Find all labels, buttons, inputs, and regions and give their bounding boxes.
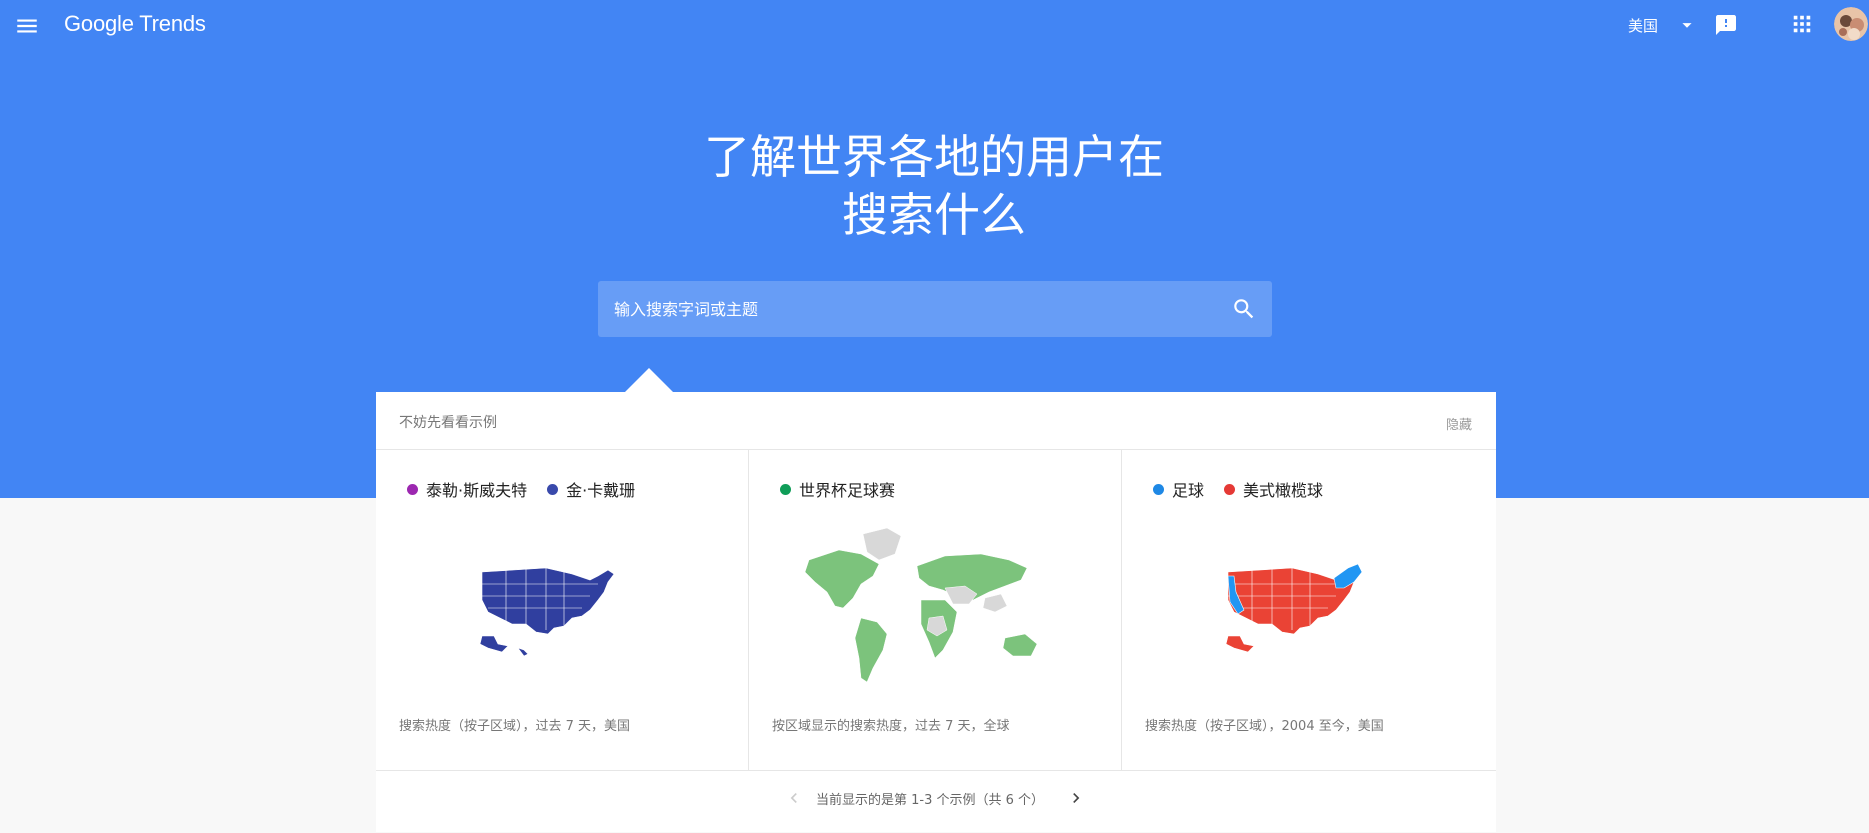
legend-label: 世界杯足球赛 — [799, 481, 896, 500]
apps-grid-icon[interactable] — [1791, 13, 1813, 35]
legend-dot — [407, 483, 418, 495]
example-card-2[interactable]: 世界杯足球赛 按区域显示的搜索热度，过去 7 天，全球 — [749, 450, 1122, 770]
region-selector-label[interactable]: 美国 — [1628, 15, 1658, 36]
hero-headline: 了解世界各地的用户在 搜索什么 — [634, 128, 1234, 244]
legend-label: 金·卡戴珊 — [566, 481, 636, 500]
card-legend: 足球 美式橄榄球 — [1153, 477, 1343, 501]
hide-examples-link[interactable]: 隐藏 — [1446, 414, 1472, 433]
hero-headline-line2: 搜索什么 — [842, 188, 1026, 242]
top-bar: Google Trends 美国 — [0, 0, 1869, 52]
chevron-left-icon[interactable] — [784, 788, 804, 808]
card-caption: 按区域显示的搜索热度，过去 7 天，全球 — [772, 719, 1010, 734]
caret-down-icon[interactable] — [1676, 14, 1698, 36]
legend-label: 美式橄榄球 — [1243, 481, 1324, 500]
search-input[interactable] — [614, 281, 1214, 337]
menu-icon[interactable] — [14, 13, 40, 39]
legend-dot — [1153, 483, 1164, 495]
legend-dot — [547, 483, 559, 495]
legend-label: 足球 — [1172, 481, 1205, 500]
examples-panel-header: 不妨先看看示例 隐藏 — [376, 392, 1496, 450]
legend-label: 泰勒·斯威夫特 — [426, 481, 528, 500]
examples-panel: 不妨先看看示例 隐藏 泰勒·斯威夫特 金·卡戴珊 搜索热度（按子区域），过去 7… — [376, 392, 1496, 832]
legend-item: 足球 — [1153, 477, 1204, 501]
example-card-3[interactable]: 足球 美式橄榄球 搜索热度（按子区域），2004 至今，美国 — [1122, 450, 1496, 770]
search-icon[interactable] — [1231, 296, 1257, 322]
legend-item: 世界杯足球赛 — [780, 477, 895, 501]
search-box[interactable] — [598, 281, 1272, 337]
feedback-icon[interactable] — [1714, 13, 1738, 37]
hero-headline-line1: 了解世界各地的用户在 — [704, 130, 1164, 184]
world-map — [804, 527, 1038, 683]
example-card-1[interactable]: 泰勒·斯威夫特 金·卡戴珊 搜索热度（按子区域），过去 7 天，美国 — [376, 450, 749, 770]
panel-pointer — [625, 368, 673, 392]
legend-dot — [1224, 483, 1236, 495]
card-legend: 世界杯足球赛 — [780, 477, 915, 501]
us-map — [479, 567, 615, 657]
legend-item: 泰勒·斯威夫特 — [407, 477, 527, 501]
pager-status: 当前显示的是第 1-3 个示例（共 6 个） — [816, 793, 1045, 808]
card-legend: 泰勒·斯威夫特 金·卡戴珊 — [407, 477, 655, 501]
avatar[interactable] — [1834, 7, 1868, 41]
legend-item: 金·卡戴珊 — [547, 477, 635, 501]
card-caption: 搜索热度（按子区域），2004 至今，美国 — [1145, 719, 1384, 734]
legend-dot — [780, 483, 791, 495]
card-caption: 搜索热度（按子区域），过去 7 天，美国 — [399, 719, 631, 734]
us-map — [1225, 563, 1363, 653]
examples-pager: 当前显示的是第 1-3 个示例（共 6 个） — [376, 770, 1496, 833]
legend-item: 美式橄榄球 — [1224, 477, 1323, 501]
chevron-right-icon[interactable] — [1066, 788, 1086, 808]
examples-title: 不妨先看看示例 — [399, 415, 497, 431]
google-trends-logo[interactable]: Google Trends — [64, 11, 206, 37]
